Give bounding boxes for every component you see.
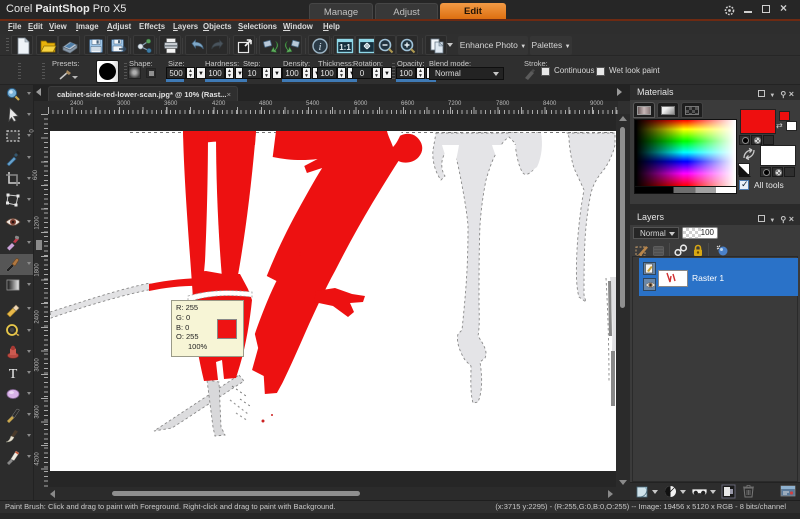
svg-text:i: i <box>318 41 321 53</box>
svg-text:1:1: 1:1 <box>339 43 351 52</box>
svg-text:T: T <box>9 367 18 381</box>
